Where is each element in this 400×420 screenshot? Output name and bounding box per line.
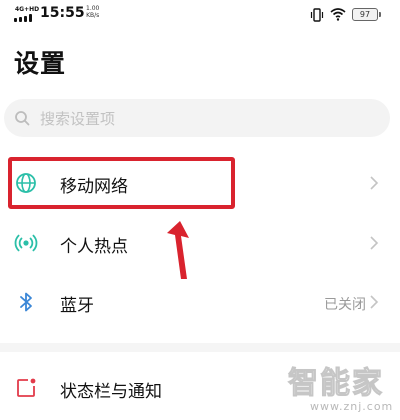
signal-icon: 4G+HD [14,6,40,24]
bluetooth-icon [20,292,32,312]
settings-item-label: 蓝牙 [60,296,94,316]
watermark-url: www.znj.com [310,400,394,413]
bluetooth-status: 已关闭 [324,297,366,313]
highlight-box [8,157,235,209]
status-bar: 4G+HD 15:55 1.00 KB/s 97 [0,0,400,30]
battery-icon: 97 [352,8,381,21]
vibrate-icon [310,8,324,22]
wifi-icon [330,8,346,21]
speed-unit: KB/s [86,12,100,19]
chevron-right-icon [370,236,379,250]
hotspot-icon [14,234,38,252]
notification-icon [17,378,36,397]
status-time: 15:55 [40,5,85,21]
search-icon [15,111,30,126]
settings-item-bluetooth[interactable]: 蓝牙 已关闭 [0,274,400,330]
network-speed: 1.00 KB/s [86,5,99,19]
search-placeholder: 搜索设置项 [40,110,116,128]
speed-value: 1.00 [86,5,100,12]
settings-item-label: 个人热点 [60,237,128,257]
search-input[interactable]: 搜索设置项 [4,99,390,137]
chevron-right-icon [370,295,379,309]
annotation-arrow-icon [167,221,189,279]
chevron-right-icon [370,176,379,190]
page-title: 设置 [14,49,67,78]
section-divider [0,343,400,352]
watermark-logo: 智能家 www.znj.com [280,358,398,418]
watermark-text: 智能家 [288,366,384,402]
settings-item-hotspot[interactable]: 个人热点 [0,215,400,271]
network-type: 4G+HD [15,6,40,13]
settings-item-label: 状态栏与通知 [60,382,162,402]
